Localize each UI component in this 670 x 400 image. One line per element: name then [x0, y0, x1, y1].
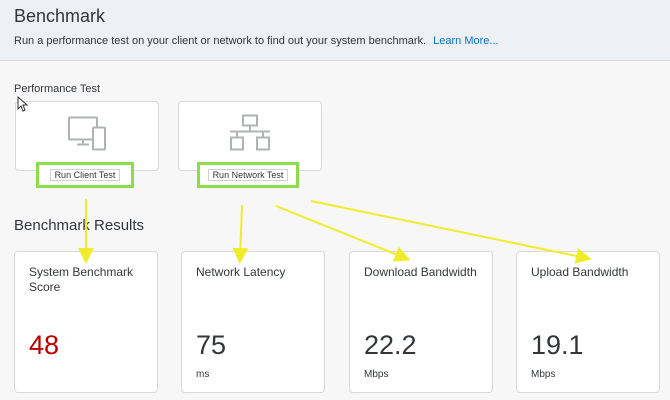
arrow-network-to-upload	[310, 200, 592, 264]
arrow-network-to-latency	[232, 204, 249, 264]
annotation-arrows	[78, 199, 592, 264]
arrow-network-to-download	[275, 205, 411, 262]
mouse-cursor-icon	[17, 96, 29, 112]
